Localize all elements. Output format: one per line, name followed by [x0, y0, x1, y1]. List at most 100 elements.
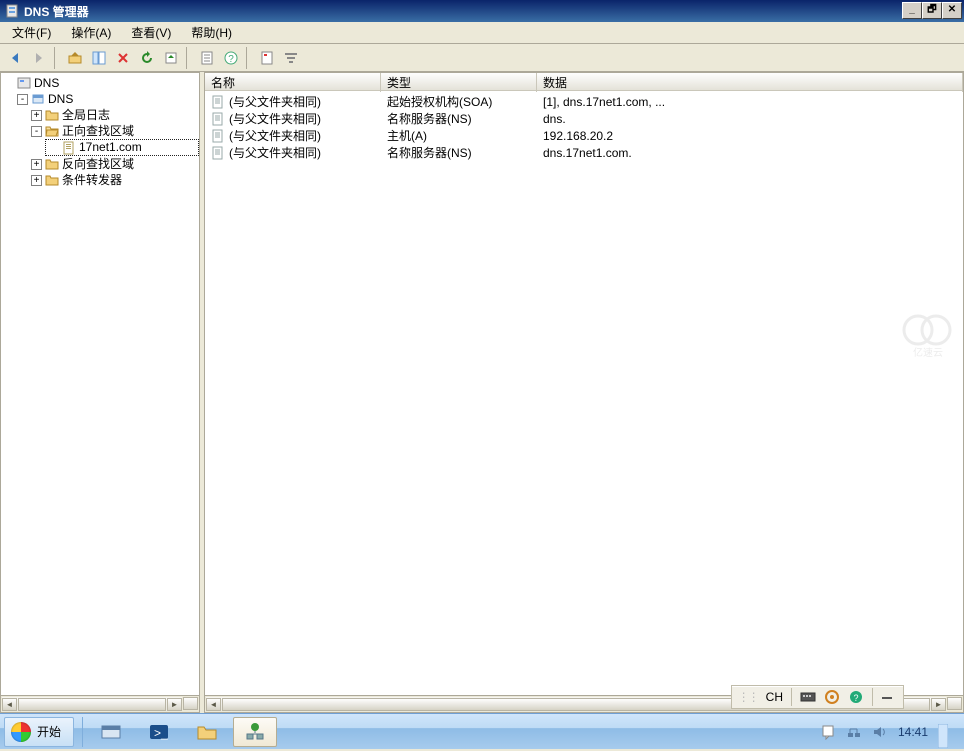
menu-action[interactable]: 操作(A) — [63, 22, 119, 43]
minimize-button[interactable]: _ — [902, 2, 922, 19]
record-icon — [211, 129, 225, 143]
tray-action-center-icon[interactable] — [820, 724, 836, 740]
folder-icon — [44, 107, 60, 123]
tree-cond-fwd[interactable]: + 条件转发器 — [31, 172, 199, 188]
collapse-icon[interactable]: - — [31, 126, 42, 137]
task-powershell[interactable]: >_ — [137, 717, 181, 747]
toolbar-separator-2 — [186, 47, 192, 69]
ime-options-icon[interactable] — [824, 689, 840, 705]
tree-forward-zone[interactable]: - 正向查找区域 — [31, 123, 199, 139]
col-type[interactable]: 类型 — [381, 73, 537, 92]
tree-server[interactable]: - DNS — [17, 91, 199, 107]
filter-button[interactable] — [280, 47, 302, 69]
watermark: 亿速云 — [898, 300, 958, 360]
up-button[interactable] — [64, 47, 86, 69]
record-name: (与父文件夹相同) — [229, 144, 321, 161]
svg-text:亿速云: 亿速云 — [913, 346, 943, 359]
tree-pane[interactable]: DNS - DNS + — [0, 72, 200, 696]
folder-icon — [44, 156, 60, 172]
task-explorer[interactable] — [185, 717, 229, 747]
record-type: 名称服务器(NS) — [381, 144, 537, 161]
record-icon — [211, 146, 225, 160]
lang-sep — [791, 688, 792, 706]
new-record-button[interactable] — [256, 47, 278, 69]
lang-sep — [872, 688, 873, 706]
scroll-right-button[interactable]: ► — [931, 698, 946, 711]
lang-minimize-icon[interactable] — [881, 689, 897, 705]
tray-volume-icon[interactable] — [872, 724, 888, 740]
col-data[interactable]: 数据 — [537, 73, 963, 92]
properties-button[interactable] — [196, 47, 218, 69]
show-desktop-button[interactable] — [938, 724, 954, 740]
collapse-icon[interactable]: - — [17, 94, 28, 105]
delete-button[interactable] — [112, 47, 134, 69]
menu-file[interactable]: 文件(F) — [4, 22, 59, 43]
tree-scrollbar[interactable]: ◄ ► — [0, 696, 200, 713]
tree-global-logs[interactable]: + 全局日志 — [31, 107, 199, 123]
svg-text:?: ? — [853, 693, 858, 703]
lang-code[interactable]: CH — [766, 690, 783, 704]
svg-text:>_: >_ — [154, 726, 168, 740]
back-button[interactable] — [4, 47, 26, 69]
record-type: 主机(A) — [381, 127, 537, 144]
export-button[interactable] — [160, 47, 182, 69]
record-row[interactable]: (与父文件夹相同)名称服务器(NS)dns.17net1.com. — [205, 144, 963, 161]
record-row[interactable]: (与父文件夹相同)主机(A)192.168.20.2 — [205, 127, 963, 144]
task-server-manager[interactable] — [89, 717, 133, 747]
column-headers: 名称 类型 数据 — [205, 73, 963, 91]
start-button[interactable]: 开始 — [4, 717, 74, 747]
window-controls: _ 🗗 ✕ — [902, 2, 962, 19]
record-name: (与父文件夹相同) — [229, 110, 321, 127]
refresh-button[interactable] — [136, 47, 158, 69]
ime-help-icon[interactable]: ? — [848, 689, 864, 705]
zone-icon — [61, 140, 77, 156]
list-pane[interactable]: 名称 类型 数据 (与父文件夹相同)起始授权机构(SOA)[1], dns.17… — [204, 72, 964, 696]
tree-cond-fwd-label: 条件转发器 — [62, 172, 122, 188]
help-button[interactable]: ? — [220, 47, 242, 69]
expand-icon[interactable]: + — [31, 159, 42, 170]
expand-icon[interactable]: + — [31, 110, 42, 121]
tray-network-icon[interactable] — [846, 724, 862, 740]
scroll-left-button[interactable]: ◄ — [2, 698, 17, 711]
clock[interactable]: 14:41 — [898, 725, 928, 739]
close-button[interactable]: ✕ — [942, 2, 962, 19]
show-hide-tree-button[interactable] — [88, 47, 110, 69]
forward-button[interactable] — [28, 47, 50, 69]
lang-grip-icon[interactable]: ⋮⋮ — [738, 690, 758, 704]
scroll-right-button[interactable]: ► — [167, 698, 182, 711]
taskbar: 开始 >_ 14:41 — [0, 713, 964, 749]
record-row[interactable]: (与父文件夹相同)名称服务器(NS)dns. — [205, 110, 963, 127]
server-icon — [30, 91, 46, 107]
folder-open-icon — [44, 123, 60, 139]
record-data: [1], dns.17net1.com, ... — [537, 95, 963, 109]
record-row[interactable]: (与父文件夹相同)起始授权机构(SOA)[1], dns.17net1.com,… — [205, 93, 963, 110]
tree-zone-label: 17net1.com — [79, 140, 142, 155]
record-icon — [211, 112, 225, 126]
expand-icon[interactable]: + — [31, 175, 42, 186]
taskbar-separator — [82, 717, 83, 747]
menu-view[interactable]: 查看(V) — [123, 22, 179, 43]
tree-reverse-zone[interactable]: + 反向查找区域 — [31, 156, 199, 172]
task-dns-manager[interactable] — [233, 717, 277, 747]
language-bar[interactable]: ⋮⋮ CH ? — [731, 685, 904, 709]
scroll-left-button[interactable]: ◄ — [206, 698, 221, 711]
folder-icon — [44, 172, 60, 188]
menu-help[interactable]: 帮助(H) — [183, 22, 240, 43]
exp-space — [48, 142, 59, 153]
main-area: DNS - DNS + — [0, 72, 964, 696]
record-icon — [211, 95, 225, 109]
tree: DNS - DNS + — [3, 75, 199, 188]
record-data: dns. — [537, 112, 963, 126]
tree-zone-17net1[interactable]: 17net1.com — [45, 139, 199, 156]
svg-text:?: ? — [228, 54, 234, 65]
tree-root-dns[interactable]: DNS — [3, 75, 199, 91]
keyboard-icon[interactable] — [800, 689, 816, 705]
col-name[interactable]: 名称 — [205, 73, 381, 92]
windows-orb-icon — [11, 722, 31, 742]
record-type: 起始授权机构(SOA) — [381, 93, 537, 110]
restore-button[interactable]: 🗗 — [922, 2, 942, 19]
system-tray: 14:41 — [820, 724, 964, 740]
record-data: 192.168.20.2 — [537, 129, 963, 143]
tree-server-label: DNS — [48, 91, 73, 107]
scroll-thumb[interactable] — [18, 698, 166, 711]
